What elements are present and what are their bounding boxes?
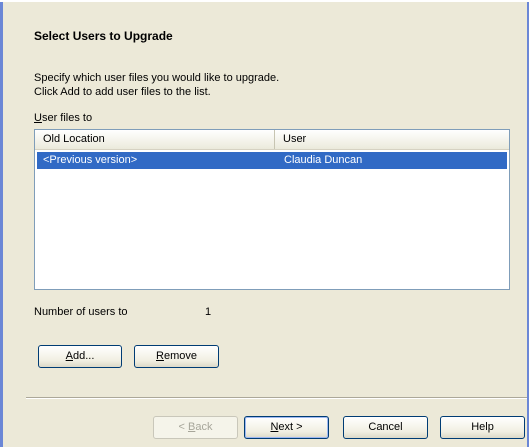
next-button-label: ext >: [278, 421, 303, 433]
remove-button-mnemonic: R: [156, 350, 164, 362]
add-button-mnemonic: A: [65, 350, 73, 362]
back-button[interactable]: < Back: [153, 416, 238, 439]
remove-button[interactable]: Remove: [134, 345, 219, 368]
back-button-label: ack: [195, 421, 213, 433]
column-header-old-location[interactable]: Old Location: [35, 130, 275, 149]
instructions-line-1: Specify which user files you would like …: [34, 72, 280, 84]
next-button[interactable]: Next >: [244, 416, 329, 439]
instructions-line-2: Click Add to add user files to the list.: [34, 86, 211, 98]
remove-button-label: emove: [163, 350, 197, 362]
page-title: Select Users to Upgrade: [34, 29, 173, 43]
add-button-label: dd...: [72, 350, 95, 362]
user-files-list[interactable]: Old Location User <Previous version> Cla…: [34, 129, 510, 290]
cell-old-location: <Previous version>: [43, 154, 138, 166]
list-row-selected[interactable]: <Previous version> Claudia Duncan: [37, 152, 507, 169]
user-count-value: 1: [205, 306, 212, 318]
back-button-prefix: <: [178, 421, 188, 433]
cancel-button[interactable]: Cancel: [343, 416, 428, 439]
footer-separator: [26, 397, 529, 399]
user-files-label-text: ser files to: [41, 112, 93, 124]
instructions: Specify which user files you would like …: [34, 71, 279, 99]
help-button[interactable]: Help: [440, 416, 525, 439]
cell-user: Claudia Duncan: [284, 154, 363, 166]
upgrade-wizard-window: Select Users to Upgrade Specify which us…: [0, 0, 529, 447]
list-header: Old Location User: [35, 130, 509, 150]
user-count-label: Number of users to: [34, 306, 128, 318]
user-files-label-mnemonic: U: [34, 112, 42, 124]
add-button[interactable]: Add...: [38, 345, 122, 368]
user-files-label: User files to: [34, 112, 92, 124]
column-header-user[interactable]: User: [275, 130, 509, 149]
